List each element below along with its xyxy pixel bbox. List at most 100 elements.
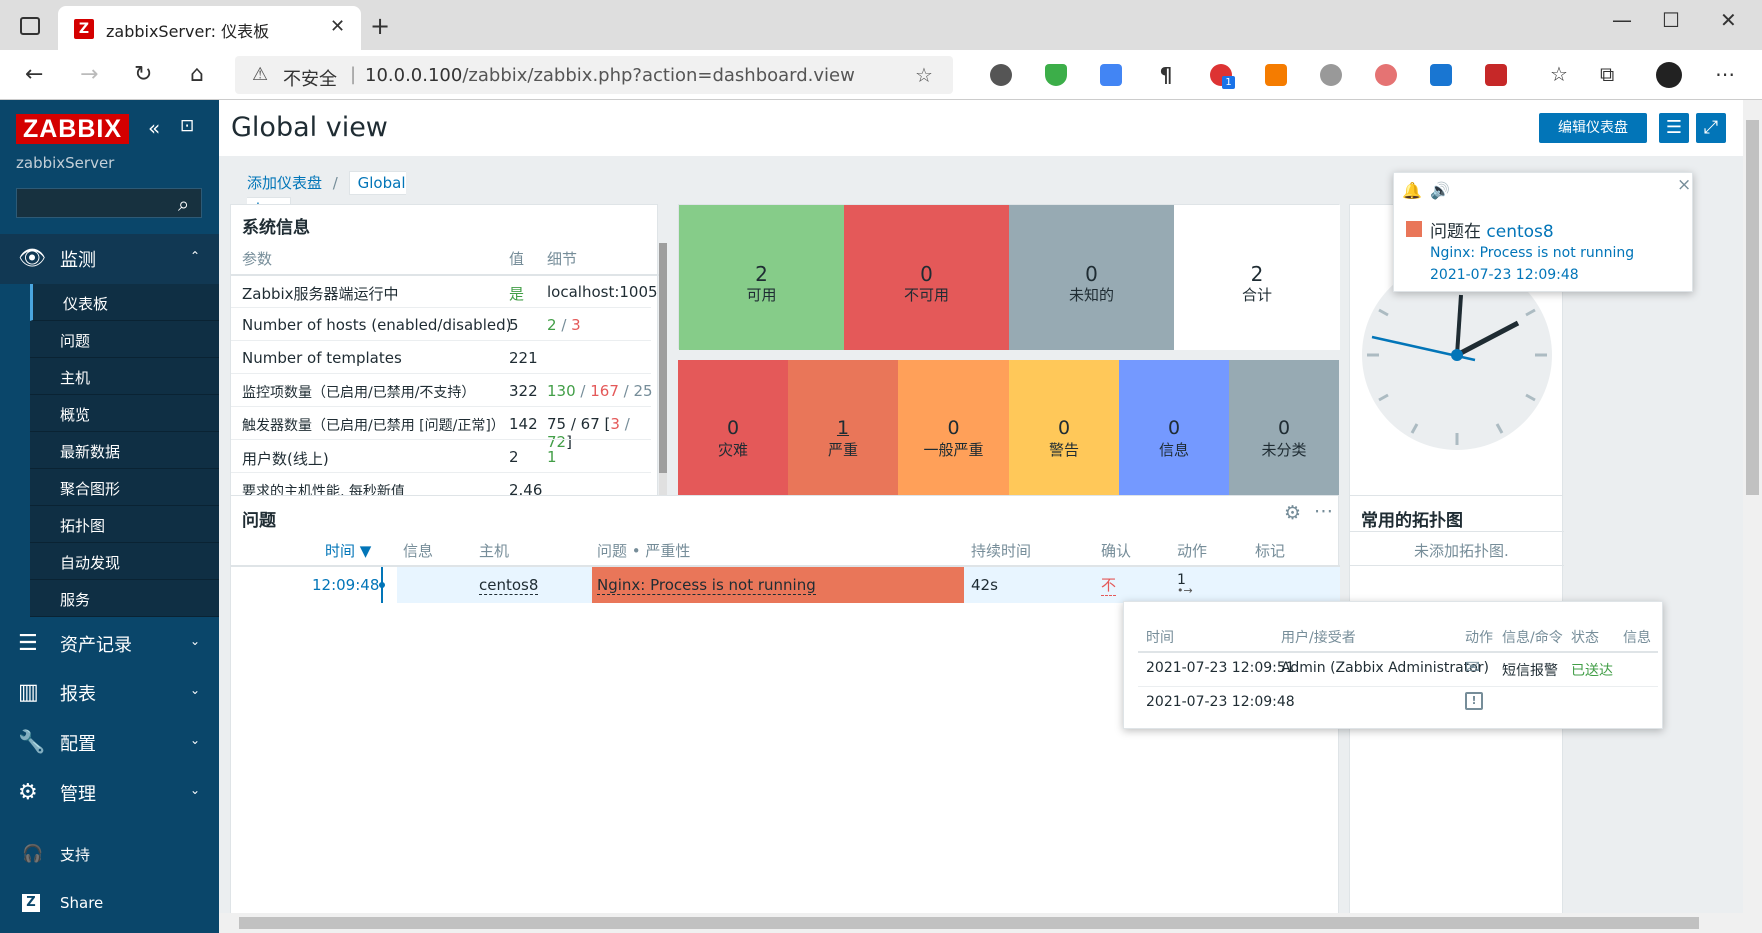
- host-link[interactable]: centos8: [1486, 222, 1553, 242]
- extension-lab-icon[interactable]: [1485, 64, 1507, 86]
- severity-average[interactable]: 0 一般严重: [898, 360, 1009, 505]
- breadcrumb-parent[interactable]: 添加仪表盘: [247, 174, 322, 192]
- tile-total[interactable]: 2 合计: [1174, 205, 1340, 350]
- speaker-icon[interactable]: 🔊: [1430, 181, 1450, 200]
- column-header: 动作: [1177, 542, 1208, 560]
- extension-pilcrow-icon[interactable]: ¶: [1155, 64, 1177, 86]
- sidebar-section-reports[interactable]: ▥ 报表 ⌄: [0, 668, 219, 718]
- extension-translate-icon[interactable]: [1100, 64, 1122, 86]
- fullscreen-icon[interactable]: ⤢: [1696, 113, 1726, 143]
- browser-tab[interactable]: Z zabbixServer: 仪表板 ✕: [58, 6, 361, 50]
- sidebar-item-latest-data[interactable]: 最新数据: [30, 432, 219, 469]
- gear-icon[interactable]: ⚙: [1284, 502, 1301, 524]
- page-vertical-scrollbar[interactable]: [1743, 100, 1762, 933]
- value-cell: 142: [509, 415, 538, 433]
- sidebar-item-hosts[interactable]: 主机: [30, 358, 219, 395]
- sidebar-section-configuration[interactable]: 🔧 配置 ⌄: [0, 718, 219, 768]
- problem-link[interactable]: Nginx: Process is not running: [597, 576, 816, 595]
- scroll-thumb[interactable]: [1746, 120, 1759, 495]
- kiosk-sidebar-icon[interactable]: ⊡: [180, 116, 194, 136]
- sidebar-search-input[interactable]: [16, 188, 202, 218]
- new-tab-button[interactable]: +: [370, 12, 390, 40]
- severity-disaster[interactable]: 0 灾难: [678, 360, 788, 505]
- home-icon[interactable]: ⌂: [190, 62, 204, 87]
- notification-time[interactable]: 2021-07-23 12:09:48: [1430, 267, 1579, 283]
- extension-gesture-icon[interactable]: [1375, 64, 1397, 86]
- extension-flash-icon[interactable]: [1265, 64, 1287, 86]
- detail-cell: localhost:10051: [547, 283, 668, 301]
- column-header: 时间: [1146, 630, 1174, 646]
- severity-not-classified[interactable]: 0 未分类: [1229, 360, 1339, 505]
- tab-close-icon[interactable]: ✕: [330, 16, 345, 37]
- sidebar-item-dashboard[interactable]: 仪表板: [30, 284, 219, 321]
- collections-icon[interactable]: ⧉: [1600, 62, 1614, 86]
- severity-high[interactable]: 1 严重: [788, 360, 898, 505]
- host-link[interactable]: centos8: [479, 576, 539, 595]
- url-text[interactable]: 10.0.0.100/zabbix/zabbix.php?action=dash…: [365, 65, 855, 86]
- sidebar-section-inventory[interactable]: ☰ 资产记录 ⌄: [0, 619, 219, 669]
- sidebar-support[interactable]: 🎧 支持: [0, 830, 219, 880]
- page-horizontal-scrollbar[interactable]: [219, 913, 1743, 933]
- more-options-icon[interactable]: ⋯: [1314, 500, 1333, 522]
- profile-avatar[interactable]: [1656, 62, 1682, 88]
- menu-icon[interactable]: ☰: [1659, 113, 1689, 143]
- zabbix-favicon-icon: Z: [74, 19, 94, 39]
- collapse-sidebar-icon[interactable]: «: [148, 116, 160, 140]
- extension-shield-icon[interactable]: [1045, 64, 1067, 86]
- extension-satellite-icon[interactable]: [990, 64, 1012, 86]
- edit-dashboard-button[interactable]: 编辑仪表盘: [1539, 113, 1647, 143]
- sidebar-item-overview[interactable]: 概览: [30, 395, 219, 432]
- divider: [1350, 565, 1564, 566]
- extension-badge: 1: [1222, 76, 1235, 89]
- sidebar-item-discovery[interactable]: 自动发现: [30, 543, 219, 580]
- extension-mouse-icon[interactable]: [1320, 64, 1342, 86]
- sort-time-header[interactable]: 时间 ▼: [325, 540, 371, 561]
- scroll-thumb[interactable]: [239, 917, 1699, 929]
- sidebar-item-problems[interactable]: 问题: [30, 321, 219, 358]
- more-icon[interactable]: ⋯: [1715, 62, 1735, 86]
- column-header: 信息/命令: [1502, 630, 1563, 646]
- sidebar-item-screens[interactable]: 聚合图形: [30, 469, 219, 506]
- sidebar-item-label: 服务: [60, 591, 91, 609]
- problems-by-severity-widget: 0 灾难 1 严重 0 一般严重 0 警告 0 信息 0 未分类: [678, 360, 1339, 505]
- share-z-icon: Z: [22, 894, 40, 912]
- minimize-button[interactable]: —: [1612, 8, 1632, 32]
- breadcrumb: 添加仪表盘 / Global view: [237, 170, 417, 221]
- bell-icon[interactable]: 🔔: [1402, 181, 1422, 200]
- problem-time-link[interactable]: 12:09:48: [312, 576, 379, 594]
- chevron-down-icon: ⌄: [190, 634, 201, 648]
- severity-warning[interactable]: 0 警告: [1009, 360, 1119, 505]
- sidebar-section-administration[interactable]: ⚙ 管理 ⌄: [0, 768, 219, 818]
- url-bar[interactable]: ⚠ 不安全 | 10.0.0.100/zabbix/zabbix.php?act…: [235, 56, 953, 94]
- reload-icon[interactable]: ↻: [134, 62, 152, 87]
- severity-information[interactable]: 0 信息: [1119, 360, 1229, 505]
- search-icon[interactable]: ⌕: [178, 192, 189, 216]
- sidebar-section-monitoring[interactable]: 👁 监测 ⌃: [0, 234, 219, 284]
- add-favorite-icon[interactable]: ☆: [915, 63, 933, 87]
- widget-scrollbar[interactable]: [659, 243, 667, 501]
- back-icon[interactable]: ←: [25, 62, 43, 87]
- sidebar-item-label: 拓扑图: [60, 517, 106, 535]
- header-divider: [1138, 651, 1658, 653]
- tile-unavailable[interactable]: 0 不可用: [844, 205, 1009, 350]
- sidebar-item-services[interactable]: 服务: [30, 580, 219, 617]
- count: 0: [726, 417, 740, 439]
- tile-unknown[interactable]: 0 未知的: [1009, 205, 1174, 350]
- extension-dict-icon[interactable]: [1430, 64, 1452, 86]
- actions-popup: 时间 用户/接受者 动作 信息/命令 状态 信息 2021-07-23 12:0…: [1123, 601, 1663, 729]
- window-close-button[interactable]: ✕: [1720, 8, 1737, 32]
- maximize-button[interactable]: ☐: [1662, 8, 1680, 32]
- count: 0: [1167, 417, 1181, 439]
- ack-link[interactable]: 不: [1101, 574, 1117, 596]
- sidebar-share[interactable]: Z Share: [0, 880, 219, 930]
- forward-icon[interactable]: →: [80, 62, 98, 87]
- tab-actions-icon[interactable]: [20, 17, 40, 35]
- title-text: 问题在: [1430, 222, 1487, 242]
- zabbix-logo[interactable]: ZABBIX: [16, 114, 129, 144]
- tile-available[interactable]: 2 可用: [679, 205, 844, 350]
- favorites-icon[interactable]: ☆: [1550, 62, 1568, 86]
- notification-message[interactable]: Nginx: Process is not running: [1430, 245, 1634, 261]
- close-icon[interactable]: ×: [1677, 175, 1691, 195]
- sidebar-item-maps[interactable]: 拓扑图: [30, 506, 219, 543]
- count[interactable]: 1: [788, 417, 898, 439]
